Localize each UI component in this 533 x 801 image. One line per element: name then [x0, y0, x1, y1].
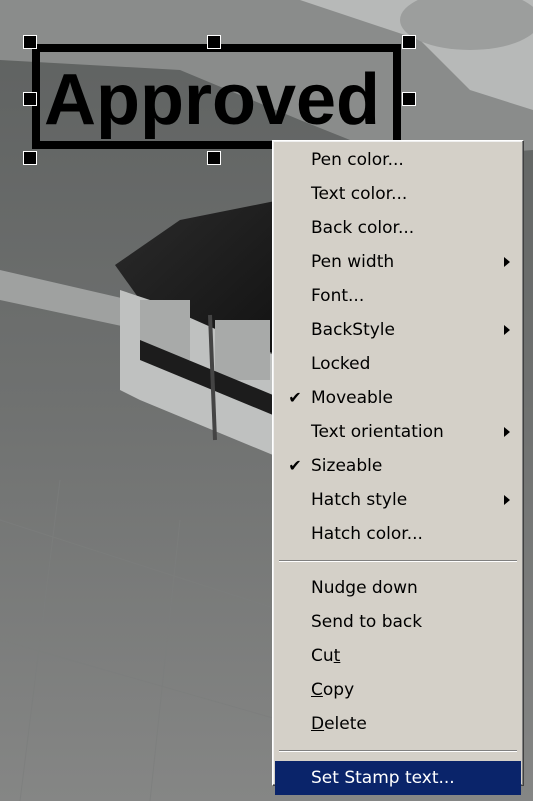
menu-item-hatch-style[interactable]: Hatch style	[275, 483, 521, 517]
menu-item-hatch-color[interactable]: Hatch color...	[275, 517, 521, 551]
submenu-arrow-icon	[504, 495, 510, 505]
menu-item-cut[interactable]: Cut	[275, 639, 521, 673]
resize-handle-top-center[interactable]	[207, 35, 221, 49]
menu-item-pen-color[interactable]: Pen color...	[275, 143, 521, 177]
resize-handle-top-right[interactable]	[402, 35, 416, 49]
menu-item-backstyle[interactable]: BackStyle	[275, 313, 521, 347]
menu-item-text-color[interactable]: Text color...	[275, 177, 521, 211]
resize-handle-middle-left[interactable]	[23, 92, 37, 106]
menu-item-nudge-down[interactable]: Nudge down	[275, 571, 521, 605]
menu-item-set-stamp-text[interactable]: Set Stamp text...	[275, 761, 521, 795]
checkmark-icon: ✔	[288, 388, 302, 407]
menu-item-send-to-back[interactable]: Send to back	[275, 605, 521, 639]
stamp-text: Approved	[44, 60, 381, 140]
menu-item-locked[interactable]: Locked	[275, 347, 521, 381]
context-menu: Pen color... Text color... Back color...…	[272, 140, 524, 795]
menu-separator	[275, 741, 521, 761]
menu-item-copy[interactable]: Copy	[275, 673, 521, 707]
resize-handle-top-left[interactable]	[23, 35, 37, 49]
menu-item-text-orientation[interactable]: Text orientation	[275, 415, 521, 449]
resize-handle-bottom-left[interactable]	[23, 151, 37, 165]
menu-item-moveable[interactable]: ✔ Moveable	[275, 381, 521, 415]
submenu-arrow-icon	[504, 427, 510, 437]
menu-item-delete[interactable]: Delete	[275, 707, 521, 741]
menu-separator	[275, 551, 521, 571]
submenu-arrow-icon	[504, 257, 510, 267]
resize-handle-middle-right[interactable]	[402, 92, 416, 106]
resize-handle-bottom-center[interactable]	[207, 151, 221, 165]
menu-item-font[interactable]: Font...	[275, 279, 521, 313]
menu-item-back-color[interactable]: Back color...	[275, 211, 521, 245]
checkmark-icon: ✔	[288, 456, 302, 475]
menu-item-sizeable[interactable]: ✔ Sizeable	[275, 449, 521, 483]
submenu-arrow-icon	[504, 325, 510, 335]
menu-item-pen-width[interactable]: Pen width	[275, 245, 521, 279]
